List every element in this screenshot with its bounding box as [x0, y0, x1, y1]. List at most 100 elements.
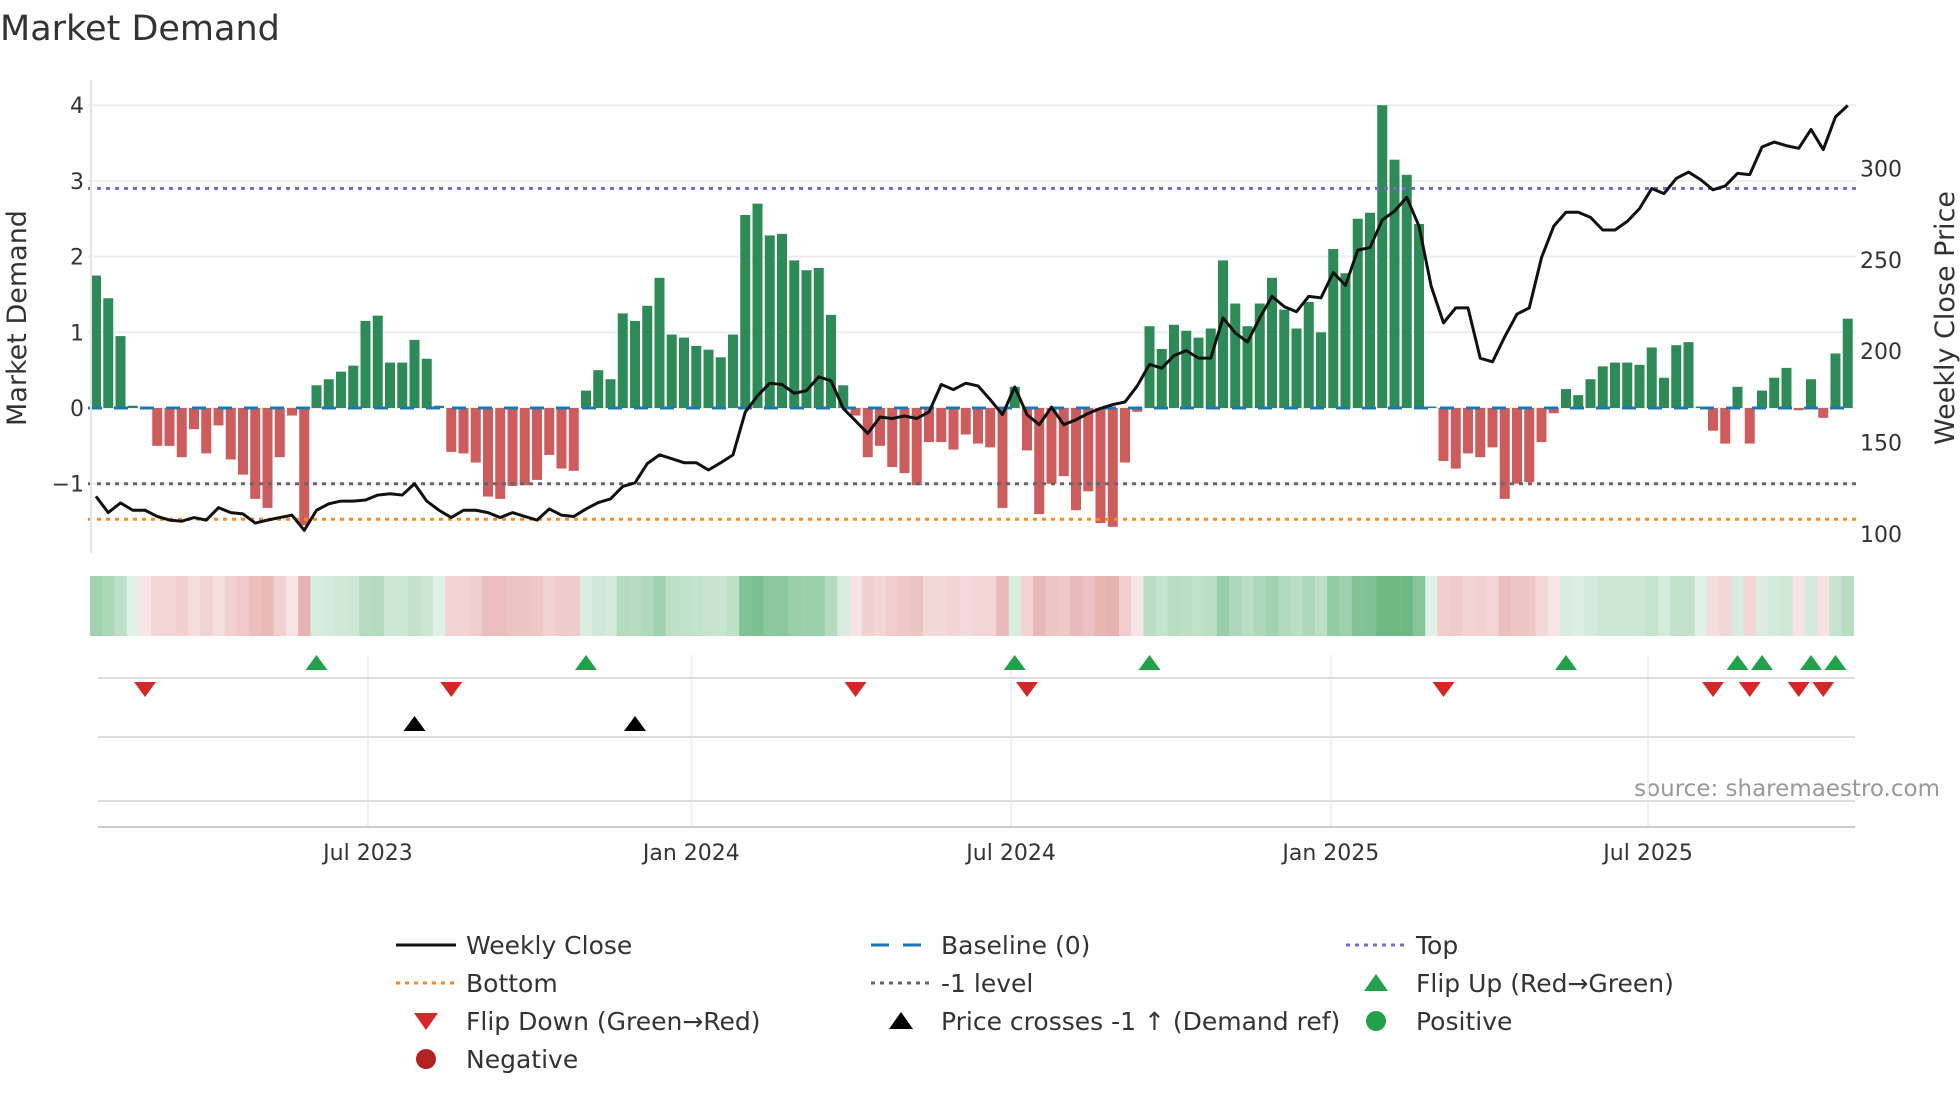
demand-bar	[948, 408, 959, 450]
heat-cell	[1143, 576, 1156, 636]
demand-bar	[1781, 367, 1792, 408]
flip-up-marker	[575, 655, 597, 670]
heat-cell	[1241, 576, 1254, 636]
demand-bar	[1634, 364, 1645, 408]
heat-cell	[261, 576, 274, 636]
demand-bar	[532, 408, 542, 480]
heat-cell	[1400, 576, 1413, 636]
heat-cell	[1412, 576, 1426, 636]
demand-bar	[1561, 389, 1571, 408]
demand-bar	[1414, 224, 1424, 408]
heat-cell	[249, 576, 262, 636]
demand-bar	[838, 385, 849, 408]
flip-up-marker	[1003, 655, 1026, 670]
heat-cell	[310, 576, 323, 636]
chart-title: Market Demand	[0, 9, 280, 49]
heat-cell	[653, 576, 666, 636]
heat-cell	[334, 576, 348, 636]
heat-cell	[788, 576, 801, 636]
demand-bar	[519, 408, 530, 486]
demand-bar	[1573, 395, 1584, 408]
demand-bar	[1487, 408, 1498, 448]
y-tick-label: 4	[70, 94, 84, 119]
demand-bar	[1512, 408, 1522, 484]
heat-cell	[886, 576, 899, 636]
heat-cell	[1792, 576, 1805, 636]
legend-item-baseline-0: Baseline (0)	[871, 931, 1090, 960]
demand-bar	[1438, 408, 1449, 461]
flip-up-marker	[1751, 655, 1773, 670]
heat-cell	[1131, 576, 1144, 636]
demand-bar	[238, 408, 248, 475]
heat-cell	[1425, 576, 1438, 636]
heat-cell	[494, 576, 507, 636]
heat-cell	[665, 576, 678, 636]
demand-bar	[826, 314, 836, 408]
demand-bar	[1769, 377, 1780, 408]
legend-label: Baseline (0)	[941, 931, 1090, 960]
demand-bar	[274, 408, 285, 458]
heat-cell	[959, 576, 972, 636]
price-cross-marker	[403, 716, 426, 731]
heat-cell	[200, 576, 213, 636]
heat-cell	[236, 576, 250, 636]
demand-bar	[287, 408, 297, 416]
heat-cell	[1069, 576, 1083, 636]
legend-label: Flip Up (Red→Green)	[1416, 969, 1674, 998]
demand-bar	[1205, 328, 1216, 408]
demand-bar	[1597, 366, 1608, 408]
heat-cell	[420, 576, 433, 636]
heat-cell	[947, 576, 960, 636]
heat-cell	[396, 576, 409, 636]
flip-up-marker	[1138, 655, 1161, 670]
heat-cell	[677, 576, 691, 636]
heat-cell	[763, 576, 776, 636]
y-tick-label: 0	[70, 397, 84, 422]
demand-bar	[1806, 379, 1816, 408]
y2-tick-label: 100	[1860, 523, 1902, 548]
demand-bar	[1071, 408, 1081, 511]
heat-cell	[996, 576, 1009, 636]
heat-cell	[1682, 576, 1695, 636]
y-tick-label: 2	[70, 246, 84, 271]
heat-cell	[1302, 576, 1315, 636]
demand-bar	[1181, 330, 1192, 408]
demand-bar	[458, 408, 469, 454]
demand-bar	[1316, 332, 1326, 408]
legend-item-price-crosses-1-demand-ref: Price crosses -1 ↑ (Demand ref)	[889, 1007, 1340, 1036]
heat-cell	[126, 576, 139, 636]
heat-cell	[641, 576, 654, 636]
legend-label: Positive	[1416, 1007, 1512, 1036]
heat-cell	[481, 576, 495, 636]
demand-bar	[1340, 273, 1351, 408]
legend-item--1-level: -1 level	[871, 969, 1033, 998]
x-tick-label: Jan 2025	[1280, 841, 1379, 866]
demand-bar	[421, 358, 432, 408]
heat-cell	[1474, 576, 1487, 636]
legend-label: Flip Down (Green→Red)	[466, 1007, 761, 1036]
heat-cell	[1167, 576, 1181, 636]
heat-cell	[102, 576, 115, 636]
demand-bar	[960, 408, 971, 435]
x-tick-label: Jan 2024	[641, 841, 740, 866]
demand-bar	[115, 336, 126, 408]
demand-bar	[1279, 309, 1290, 408]
heat-cell	[714, 576, 727, 636]
demand-bar	[1524, 408, 1535, 483]
y2-axis-label: Weekly Close Price	[1930, 191, 1960, 445]
demand-bar	[1646, 347, 1657, 408]
y-axis-label: Market Demand	[2, 210, 33, 426]
heat-cell	[1559, 576, 1573, 636]
demand-bar	[1291, 328, 1302, 408]
heat-cell	[298, 576, 311, 636]
demand-bar	[507, 408, 518, 486]
heat-cell	[1694, 576, 1707, 636]
heat-cell	[1572, 576, 1585, 636]
heat-cell	[1106, 576, 1119, 636]
heat-cell	[151, 576, 164, 636]
legend-label: Top	[1415, 931, 1458, 960]
heat-cell	[1082, 576, 1095, 636]
demand-bar	[176, 408, 187, 458]
flip-up-marker	[305, 655, 328, 670]
heat-cell	[812, 576, 825, 636]
